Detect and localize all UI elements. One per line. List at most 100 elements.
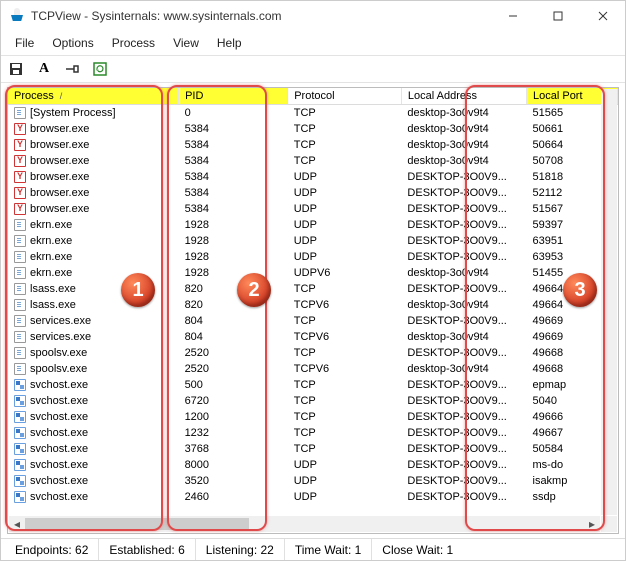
sort-asc-icon: / [60,91,63,101]
table-row[interactable]: lsass.exe820TCPV6desktop-3o0v9t449664 [8,297,618,313]
table-row[interactable]: services.exe804TCPV6desktop-3o0v9t449669 [8,329,618,345]
table-row[interactable]: services.exe804TCPDESKTOP-3O0V9...49669 [8,313,618,329]
table-row[interactable]: browser.exe5384UDPDESKTOP-3O0V9...52112 [8,185,618,201]
process-icon [14,187,26,199]
table-row[interactable]: svchost.exe500TCPDESKTOP-3O0V9...epmap [8,377,618,393]
table-row[interactable]: ekrn.exe1928UDPDESKTOP-3O0V9...63951 [8,233,618,249]
table-row[interactable]: ekrn.exe1928UDPDESKTOP-3O0V9...59397 [8,217,618,233]
table-row[interactable]: spoolsv.exe2520TCPDESKTOP-3O0V9...49668 [8,345,618,361]
cell-local-address: desktop-3o0v9t4 [401,153,526,169]
table-row[interactable]: ekrn.exe1928UDPV6desktop-3o0v9t451455 [8,265,618,281]
cell-pid: 5384 [179,121,288,137]
cell-pid: 8000 [179,457,288,473]
cell-process: svchost.exe [30,475,88,487]
table-row[interactable]: browser.exe5384UDPDESKTOP-3O0V9...51818 [8,169,618,185]
table-row[interactable]: svchost.exe3768TCPDESKTOP-3O0V9...50584 [8,441,618,457]
menu-file[interactable]: File [7,33,42,53]
table-row[interactable]: [System Process]0TCPdesktop-3o0v9t451565 [8,105,618,121]
status-timewait: Time Wait: 1 [285,539,372,560]
menu-view[interactable]: View [165,33,207,53]
cell-protocol: TCPV6 [288,361,402,377]
cell-local-address: DESKTOP-3O0V9... [401,185,526,201]
table-row[interactable]: spoolsv.exe2520TCPV6desktop-3o0v9t449668 [8,361,618,377]
titlebar: TCPView - Sysinternals: www.sysinternals… [1,1,625,31]
cell-local-address: DESKTOP-3O0V9... [401,409,526,425]
table-row[interactable]: svchost.exe8000UDPDESKTOP-3O0V9...ms-do [8,457,618,473]
process-icon [14,235,26,247]
cell-protocol: TCP [288,345,402,361]
table-row[interactable]: ekrn.exe1928UDPDESKTOP-3O0V9...63953 [8,249,618,265]
menubar: File Options Process View Help [1,31,625,55]
menu-process[interactable]: Process [104,33,163,53]
process-icon [14,379,26,391]
cell-process: svchost.exe [30,459,88,471]
process-icon [14,427,26,439]
cell-pid: 820 [179,281,288,297]
column-protocol[interactable]: Protocol [288,88,402,105]
refresh-icon[interactable] [91,60,109,78]
table-row[interactable]: lsass.exe820TCPDESKTOP-3O0V9...49664 [8,281,618,297]
vertical-scrollbar[interactable] [601,89,617,515]
table-row[interactable]: browser.exe5384UDPDESKTOP-3O0V9...51567 [8,201,618,217]
cell-local-address: desktop-3o0v9t4 [401,297,526,313]
cell-process: svchost.exe [30,427,88,439]
scroll-right-icon[interactable]: ▸ [584,516,600,532]
font-icon[interactable]: A [35,60,53,78]
cell-local-address: DESKTOP-3O0V9... [401,377,526,393]
cell-process: ekrn.exe [30,219,72,231]
table-row[interactable]: browser.exe5384TCPdesktop-3o0v9t450661 [8,121,618,137]
cell-pid: 5384 [179,185,288,201]
cell-protocol: TCP [288,313,402,329]
table-row[interactable]: browser.exe5384TCPdesktop-3o0v9t450708 [8,153,618,169]
table-row[interactable]: svchost.exe1200TCPDESKTOP-3O0V9...49666 [8,409,618,425]
process-icon [14,219,26,231]
column-process[interactable]: Process/ [8,88,179,105]
scroll-left-icon[interactable]: ◂ [9,516,25,532]
process-icon [14,267,26,279]
cell-pid: 5384 [179,153,288,169]
cell-process: services.exe [30,315,91,327]
save-icon[interactable] [7,60,25,78]
cell-process: browser.exe [30,123,89,135]
cell-protocol: UDPV6 [288,265,402,281]
cell-protocol: TCP [288,441,402,457]
table-container: Process/ PID Protocol Local Address Loca… [7,87,619,534]
cell-pid: 820 [179,297,288,313]
cell-protocol: UDP [288,201,402,217]
cell-pid: 2520 [179,345,288,361]
cell-pid: 3520 [179,473,288,489]
menu-options[interactable]: Options [44,33,101,53]
close-button[interactable] [580,1,625,31]
table-row[interactable]: browser.exe5384TCPdesktop-3o0v9t450664 [8,137,618,153]
process-icon [14,491,26,503]
table-row[interactable]: svchost.exe3520UDPDESKTOP-3O0V9...isakmp [8,473,618,489]
cell-protocol: TCP [288,393,402,409]
cell-process: browser.exe [30,155,89,167]
cell-process: browser.exe [30,139,89,151]
cell-protocol: UDP [288,473,402,489]
table-row[interactable]: svchost.exe6720TCPDESKTOP-3O0V9...5040 [8,393,618,409]
cell-pid: 6720 [179,393,288,409]
status-closewait: Close Wait: 1 [372,539,463,560]
process-icon [14,459,26,471]
process-icon [14,171,26,183]
menu-help[interactable]: Help [209,33,250,53]
minimize-button[interactable] [490,1,535,31]
cell-process: browser.exe [30,203,89,215]
cell-local-address: DESKTOP-3O0V9... [401,473,526,489]
scroll-track[interactable] [25,516,584,532]
table-row[interactable]: svchost.exe2460UDPDESKTOP-3O0V9...ssdp [8,489,618,505]
column-pid[interactable]: PID [179,88,288,105]
cell-process: svchost.exe [30,395,88,407]
horizontal-scrollbar[interactable]: ◂ ▸ [9,516,600,532]
cell-local-address: desktop-3o0v9t4 [401,105,526,121]
table-body: [System Process]0TCPdesktop-3o0v9t451565… [8,105,618,505]
cell-process: svchost.exe [30,491,88,503]
cell-local-address: desktop-3o0v9t4 [401,137,526,153]
scroll-thumb[interactable] [25,518,249,530]
connector-icon[interactable] [63,60,81,78]
column-local-address[interactable]: Local Address [401,88,526,105]
table-row[interactable]: svchost.exe1232TCPDESKTOP-3O0V9...49667 [8,425,618,441]
maximize-button[interactable] [535,1,580,31]
status-established: Established: 6 [99,539,195,560]
